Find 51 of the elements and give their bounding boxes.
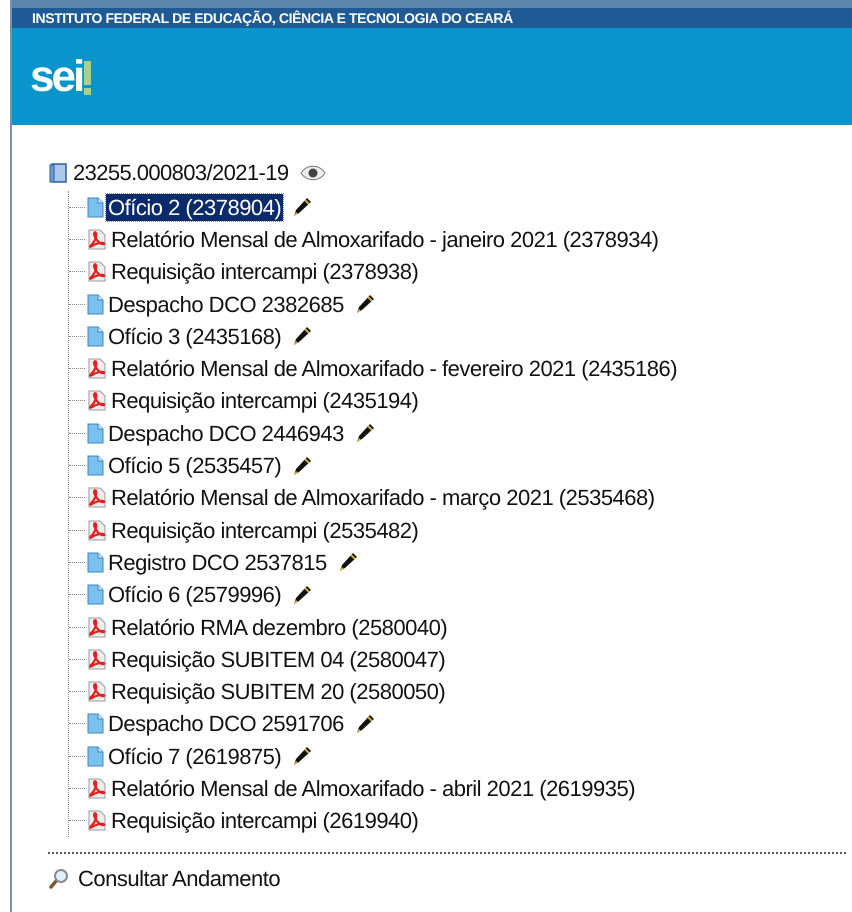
pdf-icon [87, 778, 107, 799]
document-link[interactable]: Registro DCO 2537815 [106, 548, 329, 576]
magnifier-icon [48, 868, 70, 890]
document-link[interactable]: Requisição intercampi (2535482) [109, 516, 420, 544]
pen-icon[interactable] [291, 745, 314, 768]
document-link[interactable]: Requisição intercampi (2619940) [109, 807, 420, 834]
document-icon [87, 326, 104, 347]
document-icon [87, 294, 104, 315]
track-progress-link[interactable]: Consultar Andamento [78, 866, 280, 892]
pen-icon[interactable] [291, 325, 314, 348]
document-icon [87, 584, 104, 606]
pen-icon[interactable] [291, 454, 314, 477]
document-link[interactable]: Ofício 5 (2535457) [106, 452, 284, 480]
document-link[interactable]: Relatório Mensal de Almoxarifado - fevereiro 2021 (2435186) [109, 355, 680, 382]
document-link[interactable]: Relatório Mensal de Almoxarifado - abril 2021 (2619935) [109, 774, 638, 802]
document-link[interactable]: Relatório Mensal de Almoxarifado - janeiro 2021 (2378934) [109, 226, 661, 253]
document-link[interactable]: Ofício 6 (2579996) [106, 581, 284, 608]
document-link[interactable]: Ofício 2 (2378904) [106, 194, 284, 221]
pen-icon[interactable] [291, 584, 314, 606]
pdf-icon [87, 487, 107, 508]
document-link[interactable]: Despacho DCO 2591706 [106, 710, 346, 738]
pdf-icon [87, 358, 107, 380]
document-link[interactable]: Despacho DCO 2382685 [106, 290, 346, 318]
document-link[interactable]: Relatório RMA dezembro (2580040) [109, 614, 450, 640]
pdf-icon [87, 810, 107, 832]
pdf-icon [87, 616, 107, 638]
document-icon [87, 422, 104, 444]
document-link[interactable]: Despacho DCO 2446943 [106, 420, 346, 447]
pdf-icon [87, 228, 107, 250]
document-icon [87, 196, 104, 218]
document-icon [87, 552, 104, 573]
document-link[interactable]: Requisição SUBITEM 04 (2580047) [109, 646, 448, 673]
process-number[interactable]: 23255.000803/2021-19 [73, 160, 289, 186]
pdf-icon [87, 648, 107, 670]
document-icon [87, 455, 104, 476]
document-icon [87, 746, 104, 767]
document-link[interactable]: Requisição intercampi (2378938) [109, 258, 420, 286]
document-link[interactable]: Relatório Mensal de Almoxarifado - março 2021 (2535468) [109, 484, 657, 512]
pdf-icon [87, 520, 107, 541]
document-icon [87, 713, 104, 734]
process-icon [48, 161, 70, 185]
document-link[interactable]: Requisição intercampi (2435194) [109, 387, 420, 414]
pen-icon[interactable] [291, 196, 314, 218]
institution-name: INSTITUTO FEDERAL DE EDUCAÇÃO, CIÊNCIA E TECNOLOGIA DO CEARÁ [32, 10, 513, 26]
pdf-icon [87, 261, 107, 282]
pdf-icon [87, 681, 107, 702]
eye-icon[interactable] [300, 165, 326, 181]
document-link[interactable]: Requisição SUBITEM 20 (2580050) [109, 678, 448, 706]
document-link[interactable]: Ofício 7 (2619875) [106, 742, 284, 770]
pdf-icon [87, 390, 107, 412]
document-link[interactable]: Ofício 3 (2435168) [106, 322, 284, 350]
